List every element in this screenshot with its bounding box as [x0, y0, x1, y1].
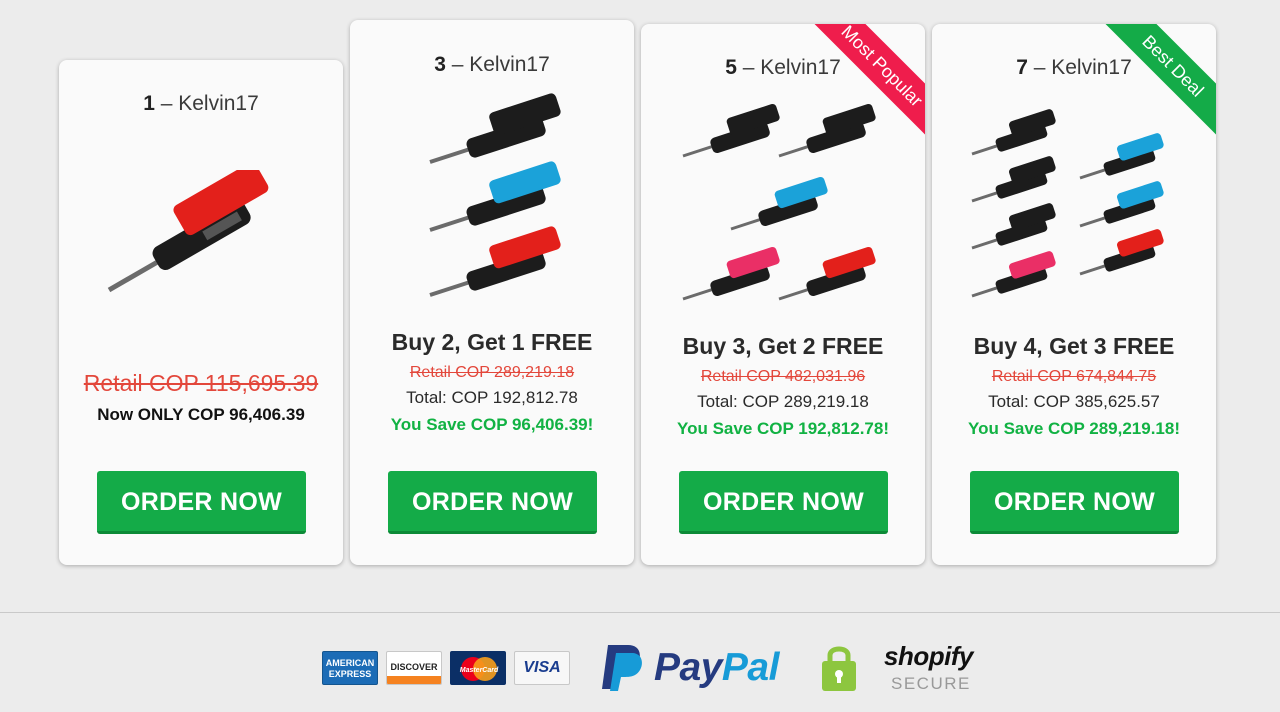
order-now-button[interactable]: ORDER NOW: [97, 471, 306, 534]
retail-price: Retail COP 115,695.39: [83, 370, 319, 396]
savings: You Save COP 96,406.39!: [390, 415, 594, 434]
visa-card-icon: VISA: [514, 651, 570, 685]
order-now-button[interactable]: ORDER NOW: [388, 471, 597, 534]
package-name: – Kelvin17: [1033, 56, 1132, 79]
screwdrivers-group-icon: [429, 93, 561, 297]
package-card-5: Most Popular 5 – Kelvin17 Buy 3, Get 2 F…: [641, 24, 925, 565]
product-image: [370, 90, 614, 305]
product-image: [661, 94, 905, 309]
screwdrivers-group-icon: [971, 109, 1164, 298]
savings: You Save COP 289,219.18!: [968, 419, 1180, 438]
screwdriver-red-icon: [107, 170, 269, 293]
offer-title: Buy 2, Get 1 FREE: [391, 329, 593, 355]
paypal-icon: [598, 641, 646, 693]
package-name: – Kelvin17: [742, 56, 841, 79]
retail-price: Retail COP 482,031.96: [700, 368, 866, 385]
package-qty: 3: [434, 53, 446, 76]
paypal-logo-text: PayPal: [654, 646, 779, 689]
retail-price: Retail COP 289,219.18: [409, 364, 575, 381]
secure-label: SECURE: [891, 674, 971, 693]
retail-price: Retail COP 674,844.75: [991, 368, 1157, 385]
package-qty: 7: [1016, 56, 1028, 79]
package-qty: 1: [143, 92, 155, 115]
order-now-button[interactable]: ORDER NOW: [679, 471, 888, 534]
now-only-price: Now ONLY COP 96,406.39: [97, 405, 305, 424]
package-card-1: 1 – Kelvin17 Retail COP 115,695.39 Now O…: [59, 60, 343, 565]
total-price: Total: COP 192,812.78: [406, 388, 578, 407]
package-title: 3 – Kelvin17: [350, 53, 634, 77]
svg-text:MasterCard: MasterCard: [460, 667, 499, 674]
discover-card-icon: DISCOVER: [386, 651, 442, 685]
package-name: – Kelvin17: [451, 53, 550, 76]
footer-divider: [0, 612, 1280, 613]
shopify-logo-text: shopify: [884, 641, 973, 671]
order-now-button[interactable]: ORDER NOW: [970, 471, 1179, 534]
product-image: [952, 96, 1196, 306]
package-title: 7 – Kelvin17: [932, 56, 1216, 80]
savings: You Save COP 192,812.78!: [677, 419, 889, 438]
package-card-3: 3 – Kelvin17 Buy 2, Get 1 FREE Retail CO…: [350, 20, 634, 565]
amex-card-icon: AMERICAN EXPRESS: [322, 651, 378, 685]
total-price: Total: COP 385,625.57: [988, 392, 1160, 411]
package-title: 5 – Kelvin17: [641, 56, 925, 80]
package-card-7: Best Deal 7 – Kelvin17 Buy 4, Get 3 FREE…: [932, 24, 1216, 565]
screwdrivers-group-icon: [682, 103, 876, 301]
product-image: [79, 170, 323, 320]
package-title: 1 – Kelvin17: [59, 92, 343, 116]
offer-title: Buy 3, Get 2 FREE: [682, 333, 884, 359]
lock-icon: [819, 641, 859, 693]
total-price: Total: COP 289,219.18: [697, 392, 869, 411]
package-name: – Kelvin17: [160, 92, 259, 115]
offer-title: Buy 4, Get 3 FREE: [973, 333, 1175, 359]
mastercard-icon: MasterCard: [450, 651, 506, 685]
package-qty: 5: [725, 56, 737, 79]
